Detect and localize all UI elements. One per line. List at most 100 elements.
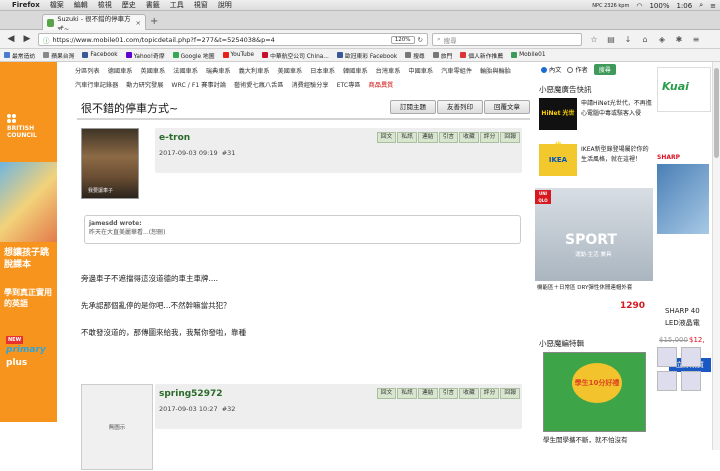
bookmark-button[interactable]: 收藏 xyxy=(459,388,479,399)
new-tab-button[interactable]: + xyxy=(150,16,158,27)
editor-caption[interactable]: 學生開學攜不斷，就不怕沒有 xyxy=(543,434,628,444)
menu-file[interactable]: 檔案 xyxy=(50,0,64,10)
forum-category-link[interactable]: 商品異質 xyxy=(369,82,394,89)
info-icon[interactable]: ⓘ xyxy=(43,35,50,45)
forum-category-link[interactable]: 法國車系 xyxy=(173,68,198,75)
bookmark-item[interactable]: 中華航空公司 China... xyxy=(262,51,329,60)
pm-button[interactable]: 私訊 xyxy=(397,388,417,399)
reply-button[interactable]: 回覆文章 xyxy=(484,100,530,114)
forum-category-link[interactable]: 英國車系 xyxy=(140,68,165,75)
forum-category-link[interactable]: 美國車系 xyxy=(278,68,303,75)
search-icon[interactable]: ⌕ xyxy=(699,1,703,10)
time-readout[interactable]: 1:06 xyxy=(676,2,692,10)
list-icon[interactable]: ≡ xyxy=(710,2,716,10)
cite-button[interactable]: 引言 xyxy=(438,132,459,143)
bookmark-item[interactable]: 蘋果台灣 xyxy=(43,51,74,60)
bookmark-button[interactable]: 收藏 xyxy=(459,132,479,143)
radio-author[interactable] xyxy=(567,66,574,73)
bookmark-item[interactable]: Mobile01 xyxy=(511,52,546,58)
back-icon[interactable]: ◀ xyxy=(4,32,18,46)
menu-tools[interactable]: 工具 xyxy=(170,0,184,10)
app-menu[interactable]: Firefox xyxy=(12,1,40,9)
menu-window[interactable]: 視窗 xyxy=(194,0,208,10)
subscribe-button[interactable]: 訂閱主題 xyxy=(390,100,436,114)
bookmark-item[interactable]: 歐冠東彩 Facebook xyxy=(336,51,397,60)
close-tab-icon[interactable]: × xyxy=(136,19,141,27)
star-icon[interactable]: ☆ xyxy=(588,33,600,46)
thumbnail[interactable] xyxy=(681,371,701,391)
addon-icon[interactable]: ✱ xyxy=(673,33,685,46)
forum-category-link[interactable]: 汽車零組件 xyxy=(441,68,472,75)
zoom-level[interactable]: 120% xyxy=(390,35,415,44)
bookmark-item[interactable]: Google 地圖 xyxy=(172,51,215,60)
download-icon[interactable]: ↓ xyxy=(622,33,634,46)
username[interactable]: spring52972 xyxy=(159,389,222,399)
menu-history[interactable]: 歷史 xyxy=(122,0,136,10)
thumbnail[interactable] xyxy=(681,347,701,367)
home-icon[interactable]: ⌂ xyxy=(639,33,651,46)
forum-category-link[interactable]: WRC / F1 賽事討論 xyxy=(171,82,226,89)
report-button[interactable]: 回報 xyxy=(500,388,520,399)
url-text[interactable]: https://www.mobile01.com/topicdetail.php… xyxy=(53,36,275,44)
ad-item[interactable]: HiNet 光世代 申請HiNet光世代，不再擔心電腦中毒或駭客入侵 xyxy=(539,98,652,149)
pocket-icon[interactable]: ◈ xyxy=(656,33,668,46)
forum-category-link[interactable]: 藝術愛七瘋八舌區 xyxy=(234,82,284,89)
url-bar[interactable]: ⓘ https://www.mobile01.com/topicdetail.p… xyxy=(38,33,428,46)
wifi-icon[interactable]: ◠ xyxy=(636,2,642,10)
editor-feature-image[interactable]: 學生10分好禮 xyxy=(543,352,646,432)
sidebar-search-button[interactable]: 搜尋 xyxy=(593,64,616,75)
battery-readout[interactable]: 100% xyxy=(649,2,669,10)
forum-category-link[interactable]: ETC專區 xyxy=(337,82,361,89)
forum-category-link[interactable]: 中國車系 xyxy=(408,68,433,75)
avatar[interactable]: 我要讓車子 xyxy=(81,128,139,199)
forum-category-link[interactable]: 汽車行車記錄器 xyxy=(75,82,118,89)
search-bar[interactable]: ⌕ 搜尋 xyxy=(432,33,582,46)
menu-help[interactable]: 說明 xyxy=(218,0,232,10)
forum-category-link[interactable]: 分區列表 xyxy=(75,68,100,75)
uniqlo-ad[interactable]: UNI QLO SPORT 運動·生活 兼具 機能區＋日常區 DRY彈性休閒連帽… xyxy=(535,188,653,313)
report-button[interactable]: 回報 xyxy=(500,132,520,143)
rate-button[interactable]: 評分 xyxy=(479,388,500,399)
link-button[interactable]: 連結 xyxy=(417,132,438,143)
forum-category-link[interactable]: 瑞典車系 xyxy=(206,68,231,75)
quote-reply-button[interactable]: 回文 xyxy=(376,388,397,399)
forum-category-link[interactable]: 德國車系 xyxy=(108,68,133,75)
menu-edit[interactable]: 編輯 xyxy=(74,0,88,10)
bookmark-item[interactable]: Yahoo!奇摩 xyxy=(125,51,165,60)
right-ad-banner[interactable]: Kuai SHARP SHARP 40LED液晶電 $15,000 $12, 立… xyxy=(655,62,711,422)
menu-icon[interactable]: ≡ xyxy=(690,33,702,46)
forward-icon[interactable]: ▶ xyxy=(20,32,34,46)
reload-icon[interactable]: ↻ xyxy=(418,36,423,44)
thumbnail[interactable] xyxy=(657,347,677,367)
scrollbar[interactable] xyxy=(712,62,720,450)
pm-button[interactable]: 私訊 xyxy=(397,132,417,143)
bookmark-item[interactable]: Facebook xyxy=(82,52,118,58)
left-ad-banner[interactable]: BRITISH COUNCIL 想讓孩子跳脫課本 學到真正實用的英語 NEW p… xyxy=(0,62,57,422)
print-button[interactable]: 友善列印 xyxy=(437,100,483,114)
forum-category-link[interactable]: 消費經驗分享 xyxy=(291,82,328,89)
forum-category-link[interactable]: 台灣車系 xyxy=(376,68,401,75)
forum-category-link[interactable]: 日本車系 xyxy=(310,68,335,75)
tab-active[interactable]: Suzuki - 很不錯的停車方式~ × xyxy=(42,14,146,33)
forum-category-link[interactable]: 義大利車系 xyxy=(239,68,270,75)
bookmark-item[interactable]: 個人新作推薦 xyxy=(460,51,503,60)
thumbnail[interactable] xyxy=(657,371,677,391)
forum-category-link[interactable]: 輪胎與輪胎 xyxy=(480,68,511,75)
username[interactable]: e-tron xyxy=(159,133,190,143)
bookmark-item[interactable]: 旅門 xyxy=(432,51,452,60)
cite-button[interactable]: 引言 xyxy=(438,388,459,399)
menu-bookmarks[interactable]: 書籤 xyxy=(146,0,160,10)
bookmark-item[interactable]: YouTube xyxy=(222,52,254,58)
link-button[interactable]: 連結 xyxy=(417,388,438,399)
bookmark-item[interactable]: 搜尋 xyxy=(405,51,425,60)
reader-icon[interactable]: ▤ xyxy=(605,33,617,46)
menu-view[interactable]: 檢視 xyxy=(98,0,112,10)
rate-button[interactable]: 評分 xyxy=(479,132,500,143)
radio-content[interactable] xyxy=(541,66,547,73)
quote-reply-button[interactable]: 回文 xyxy=(376,132,397,143)
bookmark-item[interactable]: 最常造訪 xyxy=(4,51,35,60)
scrollbar-thumb[interactable] xyxy=(714,68,719,158)
forum-category-link[interactable]: 動力研究發展 xyxy=(126,82,163,89)
forum-category-link[interactable]: 韓國車系 xyxy=(343,68,368,75)
ad-item[interactable]: IKEA IKEA新型錄登場屬於你的生活風格，就在這裡！ xyxy=(539,144,651,178)
